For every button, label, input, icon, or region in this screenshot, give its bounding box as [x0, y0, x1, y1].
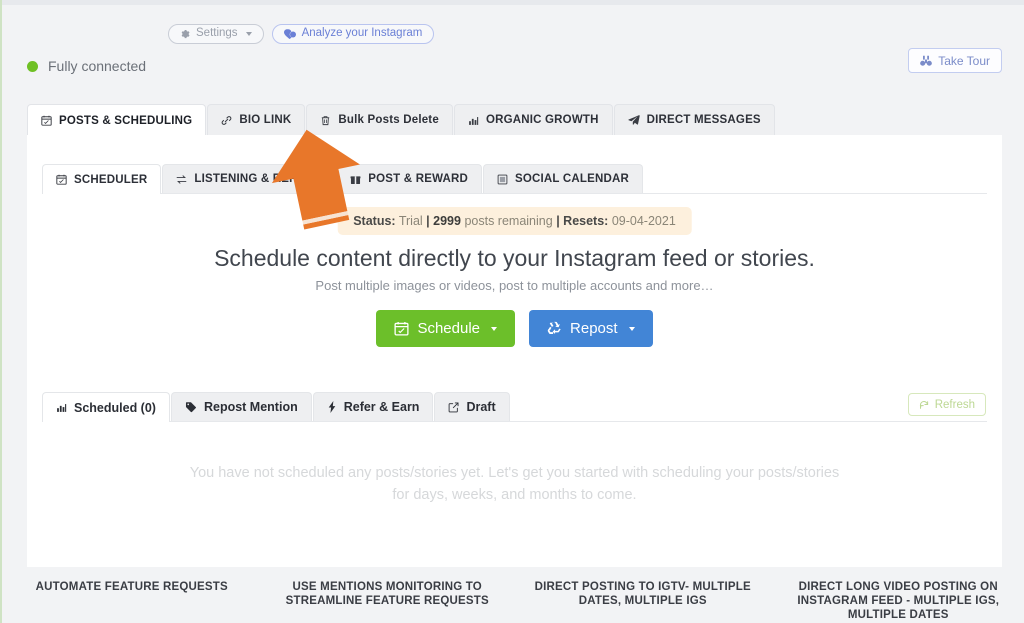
subtab-scheduler[interactable]: SCHEDULER	[42, 164, 162, 194]
subtab-post-and-reward[interactable]: POST & REWARD	[336, 164, 483, 193]
lowtab-label: Refer & Earn	[343, 400, 420, 414]
feature-title: USE MENTIONS MONITORING TO STREAMLINE FE…	[285, 581, 489, 607]
subtab-social-calendar[interactable]: SOCIAL CALENDAR	[483, 164, 643, 193]
tab-organic-growth[interactable]: ORGANIC GROWTH	[453, 104, 613, 135]
gift-icon	[350, 174, 361, 185]
app-viewport: Settings Analyze your Instagram Take Tou…	[0, 0, 1024, 623]
feature-title: AUTOMATE FEATURE REQUESTS	[35, 581, 228, 593]
settings-label: Settings	[196, 27, 238, 40]
subtab-listening-and-repost[interactable]: LISTENING & REPOST	[162, 164, 336, 193]
status-badge: Status: Trial | 2999 posts remaining | R…	[337, 207, 692, 235]
take-tour-button[interactable]: Take Tour	[908, 48, 1002, 73]
status-separator-2: |	[556, 214, 560, 228]
bolt-icon	[327, 401, 337, 413]
tab-direct-messages[interactable]: DIRECT MESSAGES	[613, 104, 775, 135]
lowtab-label: Draft	[466, 400, 496, 414]
refresh-label: Refresh	[934, 398, 975, 411]
cta-button-group: Schedule Repost	[27, 310, 1002, 347]
link-icon	[221, 115, 232, 126]
tab-label: DIRECT MESSAGES	[646, 114, 761, 126]
connection-status-label: Fully connected	[48, 58, 147, 74]
top-pill-group: Settings Analyze your Instagram	[168, 24, 435, 44]
refresh-icon	[919, 400, 929, 410]
calendar-icon	[41, 115, 52, 126]
subtab-label: LISTENING & REPOST	[194, 173, 322, 185]
calendar-icon	[56, 174, 67, 185]
analyze-instagram-label: Analyze your Instagram	[301, 27, 423, 40]
repost-button[interactable]: Repost	[529, 310, 653, 347]
edit-square-icon	[448, 402, 459, 413]
lowtab-label: Repost Mention	[203, 400, 298, 414]
lowtab-refer-and-earn[interactable]: Refer & Earn	[312, 392, 434, 421]
tab-bio-link[interactable]: BIO LINK	[207, 104, 306, 135]
empty-state-message: You have not scheduled any posts/stories…	[189, 465, 840, 503]
status-dot-icon	[27, 60, 38, 72]
repost-button-label: Repost	[570, 320, 618, 337]
page-subtitle: Post multiple images or videos, post to …	[315, 278, 714, 293]
schedule-button-label: Schedule	[417, 320, 481, 337]
content-tab-bar: Scheduled (0) Repost Mention Refer & Ear…	[42, 392, 987, 422]
heart-badge-icon	[283, 28, 296, 40]
app-shell: Settings Analyze your Instagram Take Tou…	[2, 5, 1018, 623]
schedule-button[interactable]: Schedule	[376, 310, 516, 347]
posts-remaining-text: posts remaining	[464, 214, 553, 228]
gear-icon	[180, 29, 190, 39]
calendar-grid-icon	[497, 174, 508, 185]
status-separator-1: |	[426, 214, 430, 228]
lowtab-draft[interactable]: Draft	[434, 392, 510, 421]
trash-icon	[320, 115, 331, 126]
status-key: Status:	[353, 214, 396, 228]
exchange-icon	[176, 174, 187, 185]
page-title: Schedule content directly to your Instag…	[214, 245, 815, 271]
subtab-label: SOCIAL CALENDAR	[515, 173, 629, 185]
settings-button[interactable]: Settings	[168, 24, 264, 44]
binoculars-icon	[920, 55, 933, 67]
tab-label: ORGANIC GROWTH	[485, 114, 599, 126]
scheduler-panel: SCHEDULER LISTENING & REPOST POST & REWA…	[27, 135, 1002, 567]
tab-bulk-posts-delete[interactable]: Bulk Posts Delete	[306, 104, 453, 135]
connection-status: Fully connected	[27, 58, 146, 74]
subtab-label: SCHEDULER	[74, 173, 148, 186]
lowtab-scheduled[interactable]: Scheduled (0)	[42, 392, 170, 422]
posts-remaining-count: 2999	[433, 214, 461, 228]
main-tab-bar: POSTS & SCHEDULING BIO LINK Bulk Posts D…	[27, 104, 1002, 136]
analyze-instagram-button[interactable]: Analyze your Instagram	[271, 24, 435, 44]
feature-strip: AUTOMATE FEATURE REQUESTS USE MENTIONS M…	[4, 580, 1024, 622]
feature-title: DIRECT LONG VIDEO POSTING ON INSTAGRAM F…	[797, 581, 1000, 621]
feature-title: DIRECT POSTING TO IGTV- MULTIPLE DATES, …	[534, 581, 751, 607]
lowtab-label: Scheduled (0)	[74, 400, 156, 415]
bar-chart-icon	[468, 115, 479, 126]
take-tour-label: Take Tour	[938, 53, 990, 68]
refresh-button[interactable]: Refresh	[907, 393, 986, 416]
status-value: Trial	[398, 214, 423, 228]
lowtab-repost-mention[interactable]: Repost Mention	[170, 392, 312, 421]
tab-label: BIO LINK	[239, 114, 292, 126]
resets-key: Resets:	[563, 214, 609, 228]
tab-posts-and-scheduling[interactable]: POSTS & SCHEDULING	[27, 104, 207, 136]
bar-chart-icon	[56, 402, 67, 413]
paper-plane-icon	[628, 114, 640, 126]
tab-label: POSTS & SCHEDULING	[59, 114, 193, 127]
calendar-icon	[394, 321, 409, 336]
tab-label: Bulk Posts Delete	[338, 114, 439, 126]
chevron-down-icon	[491, 326, 498, 331]
subtab-label: POST & REWARD	[368, 173, 469, 185]
sub-tab-bar: SCHEDULER LISTENING & REPOST POST & REWA…	[42, 164, 987, 194]
tag-icon	[185, 401, 197, 413]
resets-value: 09-04-2021	[611, 214, 676, 228]
chevron-down-icon	[628, 326, 635, 331]
recycle-icon	[547, 321, 562, 336]
chevron-down-icon	[245, 32, 252, 36]
